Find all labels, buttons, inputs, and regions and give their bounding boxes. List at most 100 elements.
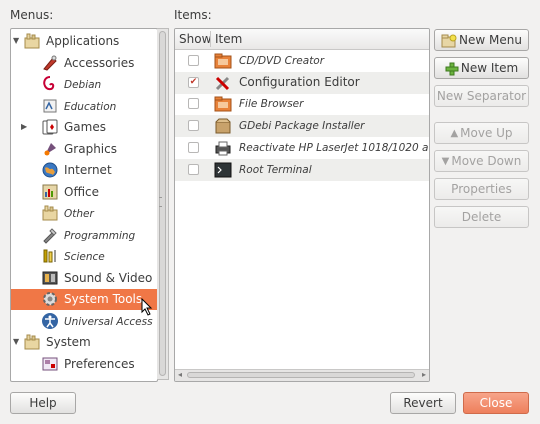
items-table[interactable]: Show Item CD/DVD Creator ✔ Configuration E… (174, 28, 430, 382)
item-label: File Browser (239, 98, 304, 111)
arrow-up-icon: ▲ (450, 127, 459, 139)
item-label: GDebi Package Installer (239, 120, 365, 133)
show-checkbox[interactable] (188, 55, 199, 66)
tree-menu-row[interactable]: ▶ Games (11, 117, 157, 138)
tree-row-label: Accessories (64, 55, 135, 70)
mouse-cursor-icon (141, 298, 153, 316)
show-checkbox[interactable] (188, 120, 199, 132)
revert-button[interactable]: Revert (390, 392, 456, 414)
expander-collapsed-icon[interactable]: ▶ (21, 123, 29, 131)
close-button[interactable]: Close (463, 392, 529, 414)
scroll-left-icon[interactable]: ◂ (178, 370, 182, 380)
plus-icon (445, 62, 459, 75)
item-row[interactable]: ✔ Configuration Editor (175, 71, 429, 94)
sound-video-icon (41, 269, 59, 287)
menus-scrollbar[interactable] (157, 28, 169, 380)
tree-menu-row[interactable]: Universal Access (11, 311, 157, 332)
move-down-button[interactable]: ▼ Move Down (434, 150, 529, 172)
column-header-item[interactable]: Item (215, 32, 242, 46)
close-label: Close (479, 396, 513, 410)
tree-row-label: Debian (64, 79, 102, 91)
printer-icon (214, 139, 232, 157)
tree-menu-row[interactable]: Internet (11, 160, 157, 181)
help-label: Help (29, 396, 57, 410)
item-row[interactable]: Reactivate HP LaserJet 1018/1020 after r… (175, 137, 429, 159)
package-installer-icon (214, 117, 232, 135)
new-item-label: New Item (460, 61, 519, 75)
items-horizontal-scrollbar[interactable]: ◂ ▸ (175, 369, 429, 381)
tree-menu-row[interactable]: Other (11, 203, 157, 224)
tree-menu-row[interactable]: Graphics (11, 139, 157, 160)
tree-row-label: Science (64, 251, 105, 263)
help-button[interactable]: Help (10, 392, 76, 414)
item-label: CD/DVD Creator (239, 55, 325, 67)
tree-row-label: Sound & Video (64, 270, 153, 285)
items-scrollbar-thumb[interactable] (187, 372, 415, 378)
move-up-button[interactable]: ▲ Move Up (434, 122, 529, 144)
revert-label: Revert (403, 396, 443, 410)
tree-menu-row[interactable]: Accessories (11, 53, 157, 74)
tree-menu-row[interactable]: Science (11, 246, 157, 267)
tree-menu-row[interactable]: Office (11, 182, 157, 203)
tree-row-label: Applications (46, 34, 120, 48)
programming-icon (41, 226, 59, 244)
arrow-down-icon: ▼ (441, 155, 450, 167)
expander-expanded-icon[interactable]: ▼ (13, 37, 21, 45)
scroll-right-icon[interactable]: ▸ (422, 370, 426, 380)
tree-row-label: Graphics (64, 141, 117, 156)
tree-menu-row[interactable]: System Tools (11, 289, 157, 310)
item-row[interactable]: CD/DVD Creator (175, 50, 429, 72)
column-header-show[interactable]: Show (179, 32, 211, 46)
item-row[interactable]: GDebi Package Installer (175, 115, 429, 138)
new-item-button[interactable]: New Item (434, 57, 529, 79)
properties-label: Properties (451, 182, 512, 196)
items-table-header: Show Item (175, 29, 429, 50)
tree-menu-row[interactable]: Sound & Video (11, 268, 157, 289)
applications-icon (23, 32, 41, 50)
tree-row-label: Education (64, 100, 117, 113)
debian-icon (41, 75, 59, 93)
show-checkbox[interactable] (188, 98, 199, 110)
tree-row-label: Games (64, 120, 106, 134)
new-separator-button[interactable]: New Separator (434, 85, 529, 107)
tree-row-label: Universal Access (64, 315, 153, 328)
system-icon (23, 333, 41, 351)
internet-icon (41, 161, 59, 179)
new-menu-button[interactable]: New Menu (434, 29, 529, 51)
item-row[interactable]: Root Terminal (175, 158, 429, 181)
item-label: Configuration Editor (239, 74, 360, 89)
item-row[interactable]: File Browser (175, 93, 429, 115)
show-checkbox[interactable]: ✔ (188, 76, 199, 88)
tree-menu-row[interactable]: Debian (11, 74, 157, 95)
tree-row-label: Office (64, 184, 100, 199)
new-separator-label: New Separator (436, 89, 527, 103)
tree-row-label: System (46, 335, 91, 349)
item-label: Reactivate HP LaserJet 1018/1020 after r… (239, 141, 429, 154)
move-up-label: Move Up (460, 126, 513, 140)
menus-label: Menus: (10, 8, 54, 22)
items-label: Items: (174, 8, 212, 22)
column-separator (210, 31, 211, 47)
menus-tree[interactable]: ▼ Applications Accessories Debian Education ▶… (10, 28, 158, 382)
show-checkbox[interactable] (188, 163, 199, 175)
tree-row-label: Programming (64, 229, 136, 242)
expander-expanded-icon[interactable]: ▼ (13, 338, 21, 346)
tree-menu-row[interactable]: Preferences (11, 354, 157, 375)
show-checkbox[interactable] (188, 141, 199, 153)
file-browser-icon (214, 95, 232, 113)
education-icon (41, 97, 59, 115)
delete-button[interactable]: Delete (434, 206, 529, 228)
system-tools-icon (41, 290, 59, 308)
properties-button[interactable]: Properties (434, 178, 529, 200)
tree-row-label: Preferences (64, 356, 135, 371)
tree-category-row[interactable]: ▼ Applications (11, 31, 157, 52)
preferences-icon (41, 355, 59, 373)
delete-label: Delete (461, 210, 502, 224)
tree-menu-row[interactable]: Education (11, 96, 157, 117)
new-menu-icon (441, 34, 457, 47)
tree-category-row[interactable]: ▼ System (11, 332, 157, 353)
tree-menu-row[interactable]: Programming (11, 225, 157, 246)
terminal-icon (214, 161, 232, 179)
games-icon (41, 118, 59, 136)
universal-access-icon (41, 312, 59, 330)
